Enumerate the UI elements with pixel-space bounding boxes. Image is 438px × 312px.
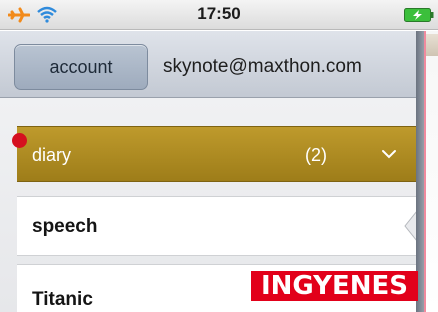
account-button[interactable]: account <box>14 44 148 90</box>
notebook-label: Titanic <box>32 289 93 310</box>
notebook-label: speech <box>32 216 98 237</box>
unread-dot-icon <box>12 133 27 148</box>
status-time: 17:50 <box>197 4 241 23</box>
side-panel-header <box>426 34 438 56</box>
free-badge: INGYENES <box>251 271 418 301</box>
selection-arrow-icon <box>404 211 417 241</box>
side-panel-page <box>424 31 438 312</box>
notebook-row-speech[interactable]: speech <box>17 196 417 256</box>
notebook-row-diary[interactable]: diary (2) <box>17 126 416 182</box>
battery-charging-icon <box>404 8 434 22</box>
account-bar: account skynote@maxthon.com <box>0 31 416 98</box>
note-count-badge: (2) <box>305 145 327 165</box>
notebook-label: diary <box>32 145 72 165</box>
account-email: skynote@maxthon.com <box>163 56 362 77</box>
chevron-down-icon[interactable] <box>381 149 397 159</box>
status-bar: 17:50 <box>0 0 438 30</box>
